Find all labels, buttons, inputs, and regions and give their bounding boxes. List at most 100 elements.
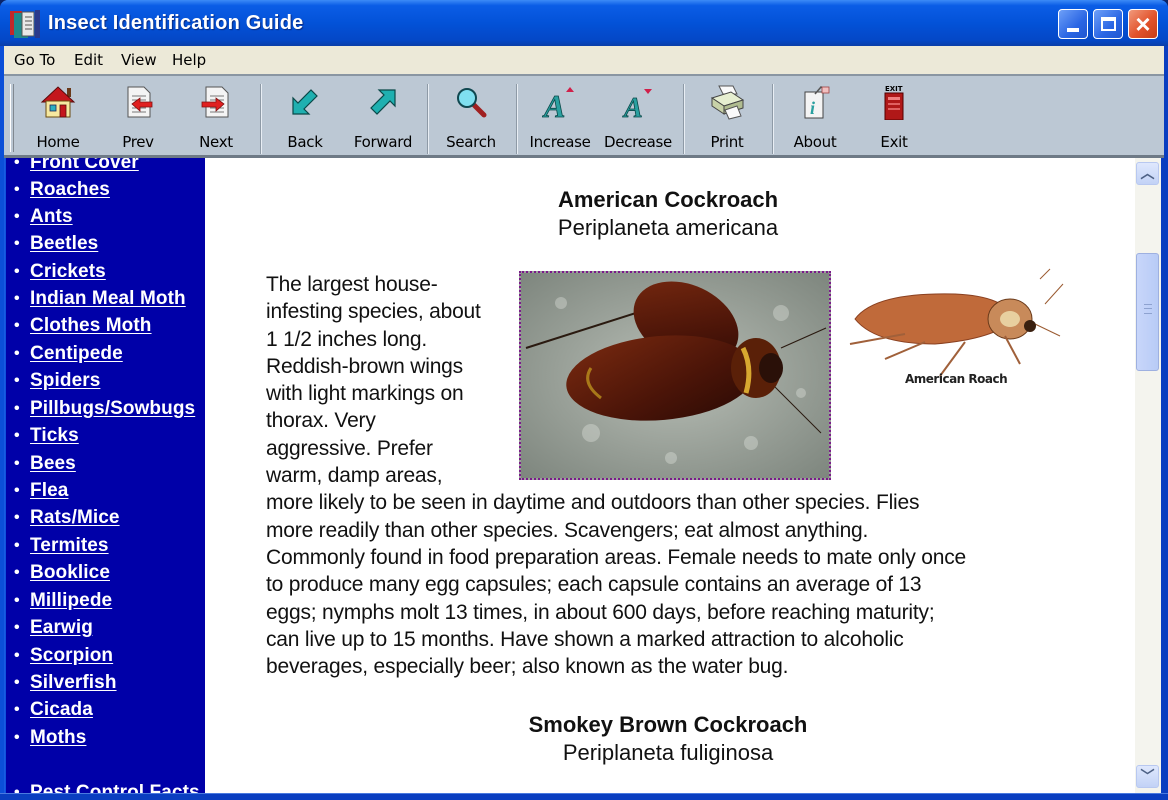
magnifier-icon bbox=[457, 88, 487, 118]
nav-link[interactable]: Ticks bbox=[30, 425, 79, 447]
bullet: • bbox=[14, 784, 20, 793]
increase-font-button[interactable]: A Increase bbox=[520, 82, 600, 156]
description-line: with light markings on bbox=[266, 382, 464, 406]
bullet: • bbox=[14, 181, 20, 198]
description-line: The largest house- bbox=[266, 273, 438, 296]
bullet: • bbox=[14, 647, 20, 664]
toolbar-separator bbox=[683, 84, 685, 154]
search-button[interactable]: Search bbox=[431, 82, 511, 156]
bullet: • bbox=[14, 482, 20, 499]
back-button[interactable]: Back bbox=[265, 82, 345, 156]
svg-text:i: i bbox=[810, 98, 815, 118]
chevron-down-icon: ﹀ bbox=[1140, 768, 1155, 784]
font-increase-icon: A bbox=[542, 87, 574, 120]
bullet: • bbox=[14, 427, 20, 444]
nav-link[interactable]: Silverfish bbox=[30, 672, 117, 694]
bullet: • bbox=[14, 290, 20, 307]
home-icon bbox=[40, 86, 76, 118]
description-line: beverages, especially beer; also known a… bbox=[266, 655, 789, 679]
toolbar-separator bbox=[427, 84, 429, 154]
nav-link[interactable]: Pillbugs/Sowbugs bbox=[30, 398, 195, 420]
decrease-font-button[interactable]: A Decrease bbox=[598, 82, 678, 156]
entry-scientific-name: Periplaneta fuliginosa bbox=[562, 740, 774, 765]
nav-link[interactable]: Ants bbox=[30, 206, 73, 228]
window-title: Insect Identification Guide bbox=[48, 12, 304, 34]
nav-link[interactable]: Roaches bbox=[30, 179, 110, 201]
nav-link[interactable]: Cicada bbox=[30, 699, 93, 721]
print-button[interactable]: Print bbox=[687, 82, 767, 156]
print-label: Print bbox=[710, 133, 744, 151]
nav-link[interactable]: Front Cover bbox=[30, 158, 139, 174]
next-button[interactable]: Next bbox=[176, 82, 256, 156]
entry-title: American Cockroach bbox=[557, 187, 779, 212]
nav-link[interactable]: Booklice bbox=[30, 562, 110, 584]
window-frame-bottom bbox=[0, 793, 1168, 800]
about-button[interactable]: i About bbox=[775, 82, 855, 156]
nav-link[interactable]: Beetles bbox=[30, 233, 98, 255]
back-arrow-icon bbox=[292, 89, 318, 115]
close-icon: × bbox=[1135, 9, 1151, 39]
exit-button[interactable]: EXIT Exit bbox=[854, 82, 934, 156]
menu-view[interactable]: View bbox=[121, 51, 157, 69]
nav-link[interactable]: Moths bbox=[30, 727, 86, 749]
exit-icon: EXIT bbox=[884, 85, 904, 120]
nav-link[interactable]: Earwig bbox=[30, 617, 93, 639]
nav-link[interactable]: Termites bbox=[30, 535, 109, 557]
vertical-scrollbar[interactable]: ︿ ﹀ bbox=[1135, 158, 1161, 793]
nav-link[interactable]: Centipede bbox=[30, 343, 123, 365]
maximize-button[interactable] bbox=[1093, 9, 1123, 39]
description-line: 1 1/2 inches long. bbox=[266, 327, 428, 351]
menu-edit[interactable]: Edit bbox=[74, 51, 103, 69]
bullet: • bbox=[14, 158, 20, 171]
title-bar[interactable]: Insect Identification Guide × bbox=[0, 0, 1168, 46]
about-info-icon: i bbox=[804, 86, 830, 119]
nav-link[interactable]: Rats/Mice bbox=[30, 507, 120, 529]
prev-button[interactable]: Prev bbox=[98, 82, 178, 156]
description-line: more readily than other species. Scaveng… bbox=[266, 518, 869, 542]
toolbar-separator bbox=[516, 84, 518, 154]
description-line: can live up to 15 months. Have shown a m… bbox=[266, 627, 904, 651]
description-line: Commonly found in food preparation areas… bbox=[266, 545, 967, 569]
sidebar-nav: • Front Cover • Roaches • Ants • Beetles • Cr… bbox=[6, 158, 205, 793]
nav-link[interactable]: Clothes Moth bbox=[30, 315, 152, 337]
scroll-thumb[interactable] bbox=[1136, 253, 1159, 371]
bullet: • bbox=[14, 263, 20, 280]
nav-link[interactable]: Bees bbox=[30, 453, 76, 475]
nav-link[interactable]: Spiders bbox=[30, 370, 100, 392]
nav-link[interactable]: Millipede bbox=[30, 590, 112, 612]
bullet: • bbox=[14, 208, 20, 225]
nav-link[interactable]: Flea bbox=[30, 480, 68, 502]
prev-page-icon bbox=[127, 86, 153, 118]
bullet: • bbox=[14, 729, 20, 746]
bullet: • bbox=[14, 509, 20, 526]
search-label: Search bbox=[446, 133, 496, 151]
printer-icon bbox=[710, 85, 745, 120]
about-label: About bbox=[793, 133, 837, 151]
description-line: to produce many egg capsules; each capsu… bbox=[266, 573, 922, 597]
description-line: eggs; nymphs molt 13 times, in about 600… bbox=[266, 600, 935, 624]
scroll-down-button[interactable]: ﹀ bbox=[1136, 765, 1159, 788]
toolbar: Home Prev Next Back Forward Search A Inc… bbox=[4, 74, 1164, 158]
close-button[interactable]: × bbox=[1128, 9, 1158, 39]
chevron-up-icon: ︿ bbox=[1140, 165, 1155, 181]
grip-icon bbox=[1144, 304, 1152, 314]
entry-title: Smokey Brown Cockroach bbox=[528, 712, 808, 737]
nav-link[interactable]: Scorpion bbox=[30, 645, 113, 667]
forward-button[interactable]: Forward bbox=[343, 82, 423, 156]
scroll-up-button[interactable]: ︿ bbox=[1136, 162, 1159, 185]
menu-help[interactable]: Help bbox=[172, 51, 206, 69]
nav-link[interactable]: Crickets bbox=[30, 261, 106, 283]
bullet: • bbox=[14, 317, 20, 334]
menu-go-to[interactable]: Go To bbox=[14, 51, 55, 69]
nav-link[interactable]: Indian Meal Moth bbox=[30, 288, 186, 310]
prev-label: Prev bbox=[122, 133, 154, 151]
minimize-button[interactable] bbox=[1058, 9, 1088, 39]
content-pane: American Cockroach Periplaneta americana bbox=[205, 158, 1135, 793]
next-page-icon bbox=[201, 86, 229, 118]
description-line: warm, damp areas, bbox=[266, 464, 443, 488]
nav-link[interactable]: Pest Control Facts bbox=[30, 782, 200, 793]
svg-text:A: A bbox=[622, 93, 643, 120]
toolbar-grip[interactable] bbox=[10, 84, 14, 152]
app-window: Insect Identification Guide × Go To Edit… bbox=[0, 0, 1168, 800]
home-button[interactable]: Home bbox=[18, 82, 98, 156]
